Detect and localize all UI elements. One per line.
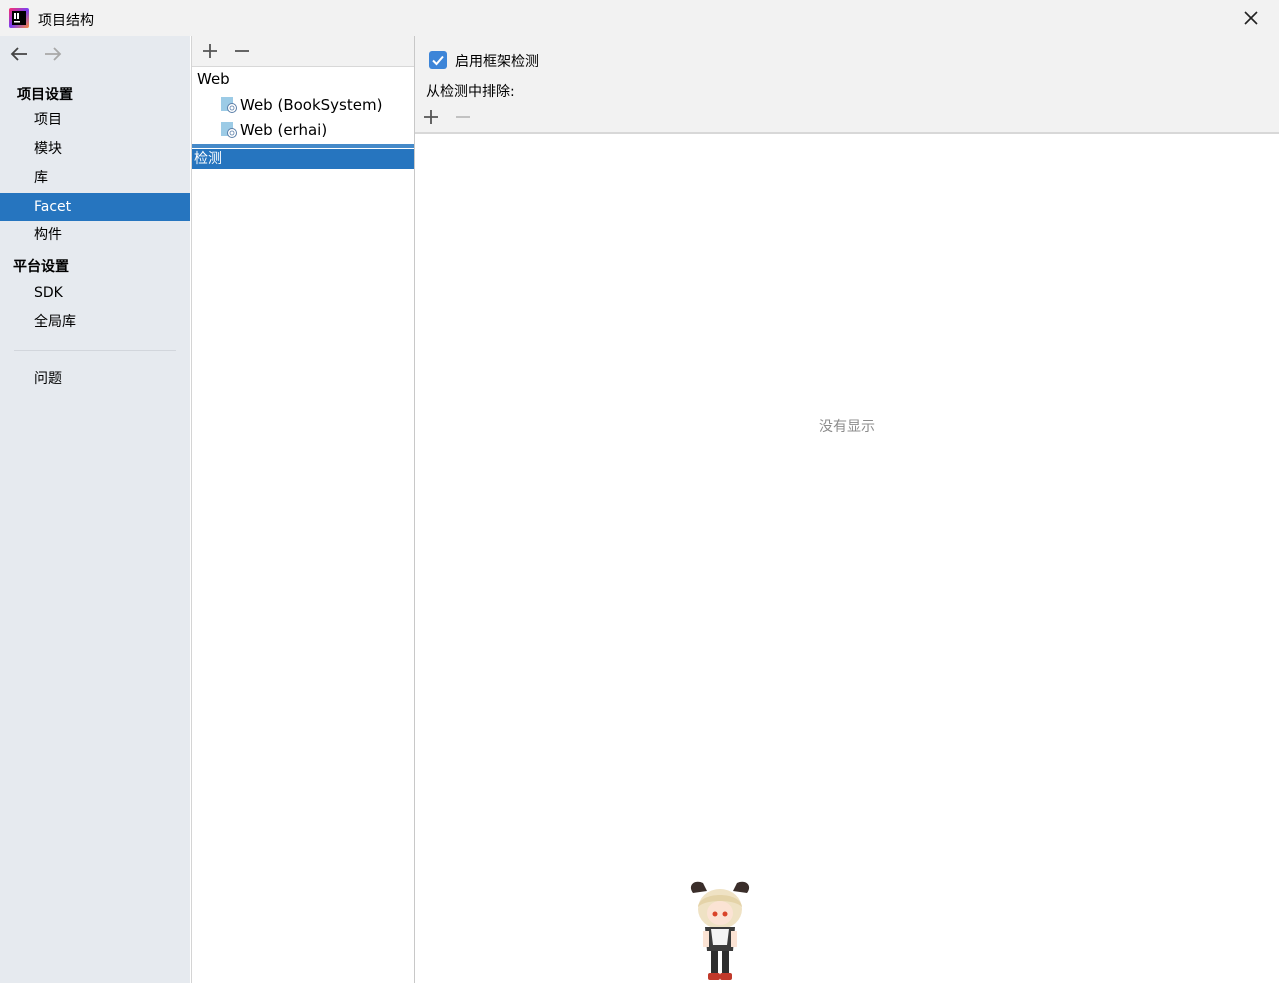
title-bar: 项目结构 xyxy=(0,0,1279,36)
platform-settings-heading: 平台设置 xyxy=(13,259,69,275)
checkmark-icon xyxy=(432,55,444,66)
plus-icon[interactable] xyxy=(421,107,441,127)
empty-list-text: 没有显示 xyxy=(819,419,875,435)
sidebar-item-problems[interactable]: 问题 xyxy=(0,365,190,393)
window-title: 项目结构 xyxy=(38,13,94,29)
detection-settings: 启用框架检测 从检测中排除: xyxy=(415,36,1279,134)
tree-item-label: Web (BookSystem) xyxy=(240,96,383,114)
tree-root-web[interactable]: Web xyxy=(197,70,230,88)
tree-item-label: Web (erhai) xyxy=(240,121,328,139)
sidebar-item-global-libraries[interactable]: 全局库 xyxy=(0,308,190,336)
project-settings-heading: 项目设置 xyxy=(17,87,73,103)
sidebar-item-artifacts[interactable]: 构件 xyxy=(0,221,190,249)
intellij-idea-icon xyxy=(9,8,29,28)
forward-arrow-icon[interactable] xyxy=(42,44,64,64)
facet-tree-panel: Web Web (BookSystem) Web (erhai) 检测 xyxy=(191,36,416,983)
sidebar-item-libraries[interactable]: 库 xyxy=(0,164,190,192)
sidebar-item-modules[interactable]: 模块 xyxy=(0,135,190,163)
facet-toolbar xyxy=(192,36,414,67)
plus-icon[interactable] xyxy=(200,41,220,61)
close-icon[interactable] xyxy=(1239,6,1263,30)
tree-item-web-booksystem[interactable]: Web (BookSystem) xyxy=(220,93,382,117)
exclude-label: 从检测中排除: xyxy=(426,84,515,100)
tree-item-detection[interactable]: 检测 xyxy=(192,149,414,169)
enable-detection-label[interactable]: 启用框架检测 xyxy=(455,51,539,71)
back-arrow-icon[interactable] xyxy=(8,44,30,64)
web-facet-icon xyxy=(221,122,237,138)
enable-detection-checkbox[interactable] xyxy=(429,51,447,69)
detection-panel: 启用框架检测 从检测中排除: 没有显示 xyxy=(415,36,1279,983)
minus-icon[interactable] xyxy=(453,107,473,127)
sidebar-item-project[interactable]: 项目 xyxy=(0,106,190,134)
sidebar-item-sdk[interactable]: SDK xyxy=(0,279,190,307)
tree-separator xyxy=(192,144,414,148)
sidebar-item-facet[interactable]: Facet xyxy=(0,193,190,221)
chibi-character-icon xyxy=(690,881,750,980)
sidebar-divider xyxy=(14,350,176,351)
web-facet-icon xyxy=(221,97,237,113)
minus-icon[interactable] xyxy=(232,41,252,61)
settings-sidebar: 项目设置 项目 模块 库 Facet 构件 平台设置 SDK 全局库 问题 xyxy=(0,36,190,983)
tree-item-web-erhai[interactable]: Web (erhai) xyxy=(220,118,327,142)
